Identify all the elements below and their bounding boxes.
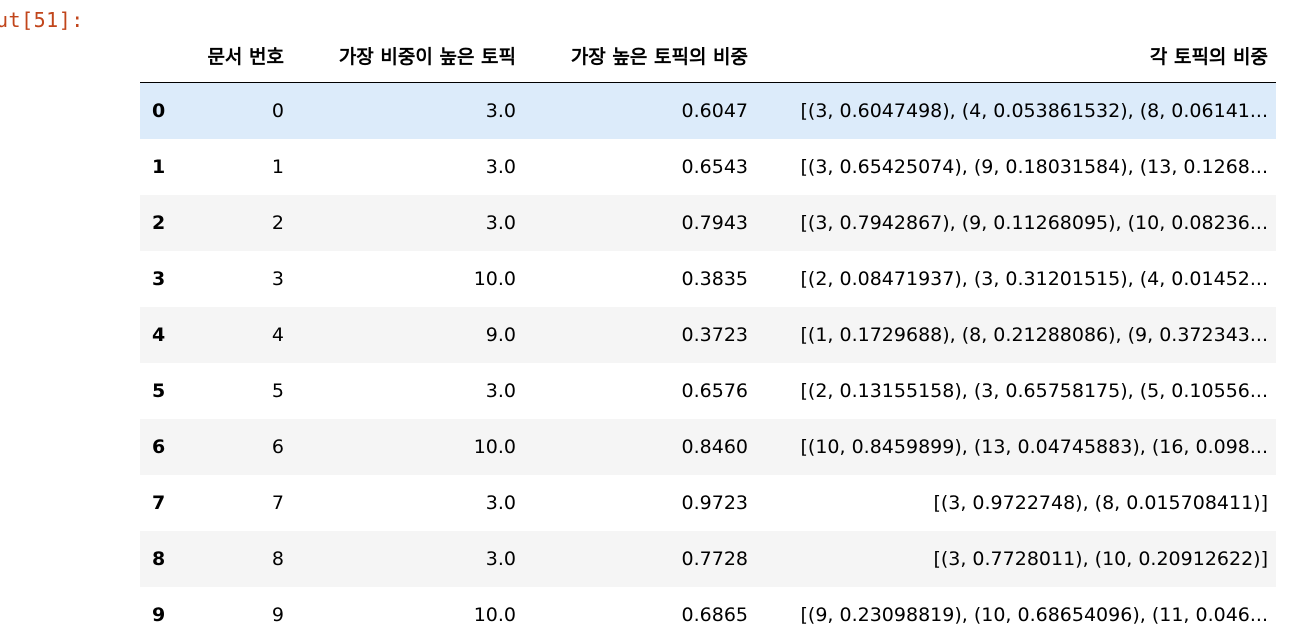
header-row: 문서 번호 가장 비중이 높은 토픽 가장 높은 토픽의 비중 각 토픽의 비중 bbox=[140, 28, 1276, 83]
cell-topic-distribution: [(3, 0.65425074), (9, 0.18031584), (13, … bbox=[756, 139, 1276, 195]
table-row: 223.00.7943[(3, 0.7942867), (9, 0.112680… bbox=[140, 195, 1276, 251]
cell-doc-number: 4 bbox=[176, 307, 292, 363]
table-row: 003.00.6047[(3, 0.6047498), (4, 0.053861… bbox=[140, 83, 1276, 140]
column-header-top-topic: 가장 비중이 높은 토픽 bbox=[292, 28, 524, 83]
cell-top-topic: 10.0 bbox=[292, 587, 524, 643]
cell-top-topic: 3.0 bbox=[292, 363, 524, 419]
cell-doc-number: 7 bbox=[176, 475, 292, 531]
row-index: 6 bbox=[140, 419, 176, 475]
table-row: 9910.00.6865[(9, 0.23098819), (10, 0.686… bbox=[140, 587, 1276, 643]
cell-topic-distribution: [(3, 0.9722748), (8, 0.015708411)] bbox=[756, 475, 1276, 531]
output-prompt: ut[51]: bbox=[0, 8, 84, 32]
column-header-top-topic-weight: 가장 높은 토픽의 비중 bbox=[524, 28, 756, 83]
table-row: 883.00.7728[(3, 0.7728011), (10, 0.20912… bbox=[140, 531, 1276, 587]
table-row: 3310.00.3835[(2, 0.08471937), (3, 0.3120… bbox=[140, 251, 1276, 307]
cell-top-topic: 3.0 bbox=[292, 531, 524, 587]
row-index: 2 bbox=[140, 195, 176, 251]
cell-topic-distribution: [(10, 0.8459899), (13, 0.04745883), (16,… bbox=[756, 419, 1276, 475]
cell-topic-distribution: [(2, 0.08471937), (3, 0.31201515), (4, 0… bbox=[756, 251, 1276, 307]
cell-topic-distribution: [(2, 0.13155158), (3, 0.65758175), (5, 0… bbox=[756, 363, 1276, 419]
cell-top-topic-weight: 0.7728 bbox=[524, 531, 756, 587]
cell-top-topic: 3.0 bbox=[292, 195, 524, 251]
cell-top-topic-weight: 0.6047 bbox=[524, 83, 756, 140]
row-index: 3 bbox=[140, 251, 176, 307]
row-index: 9 bbox=[140, 587, 176, 643]
dataframe-table: 문서 번호 가장 비중이 높은 토픽 가장 높은 토픽의 비중 각 토픽의 비중… bbox=[140, 28, 1276, 643]
cell-doc-number: 9 bbox=[176, 587, 292, 643]
table-body: 003.00.6047[(3, 0.6047498), (4, 0.053861… bbox=[140, 83, 1276, 643]
cell-top-topic-weight: 0.9723 bbox=[524, 475, 756, 531]
cell-top-topic-weight: 0.6865 bbox=[524, 587, 756, 643]
cell-topic-distribution: [(1, 0.1729688), (8, 0.21288086), (9, 0.… bbox=[756, 307, 1276, 363]
cell-doc-number: 8 bbox=[176, 531, 292, 587]
row-index: 7 bbox=[140, 475, 176, 531]
cell-top-topic-weight: 0.7943 bbox=[524, 195, 756, 251]
cell-topic-distribution: [(3, 0.6047498), (4, 0.053861532), (8, 0… bbox=[756, 83, 1276, 140]
cell-doc-number: 1 bbox=[176, 139, 292, 195]
cell-doc-number: 2 bbox=[176, 195, 292, 251]
cell-top-topic-weight: 0.8460 bbox=[524, 419, 756, 475]
cell-doc-number: 3 bbox=[176, 251, 292, 307]
cell-topic-distribution: [(3, 0.7728011), (10, 0.20912622)] bbox=[756, 531, 1276, 587]
dataframe-output: 문서 번호 가장 비중이 높은 토픽 가장 높은 토픽의 비중 각 토픽의 비중… bbox=[140, 28, 1280, 643]
cell-top-topic-weight: 0.3723 bbox=[524, 307, 756, 363]
cell-top-topic: 3.0 bbox=[292, 139, 524, 195]
row-index: 0 bbox=[140, 83, 176, 140]
cell-top-topic: 10.0 bbox=[292, 419, 524, 475]
cell-top-topic-weight: 0.6576 bbox=[524, 363, 756, 419]
table-row: 553.00.6576[(2, 0.13155158), (3, 0.65758… bbox=[140, 363, 1276, 419]
table-row: 113.00.6543[(3, 0.65425074), (9, 0.18031… bbox=[140, 139, 1276, 195]
cell-top-topic: 3.0 bbox=[292, 83, 524, 140]
cell-doc-number: 6 bbox=[176, 419, 292, 475]
index-header bbox=[140, 28, 176, 83]
cell-top-topic-weight: 0.6543 bbox=[524, 139, 756, 195]
cell-topic-distribution: [(9, 0.23098819), (10, 0.68654096), (11,… bbox=[756, 587, 1276, 643]
cell-topic-distribution: [(3, 0.7942867), (9, 0.11268095), (10, 0… bbox=[756, 195, 1276, 251]
cell-doc-number: 5 bbox=[176, 363, 292, 419]
row-index: 1 bbox=[140, 139, 176, 195]
table-header: 문서 번호 가장 비중이 높은 토픽 가장 높은 토픽의 비중 각 토픽의 비중 bbox=[140, 28, 1276, 83]
cell-top-topic: 9.0 bbox=[292, 307, 524, 363]
table-row: 773.00.9723[(3, 0.9722748), (8, 0.015708… bbox=[140, 475, 1276, 531]
cell-doc-number: 0 bbox=[176, 83, 292, 140]
cell-top-topic-weight: 0.3835 bbox=[524, 251, 756, 307]
cell-top-topic: 3.0 bbox=[292, 475, 524, 531]
cell-top-topic: 10.0 bbox=[292, 251, 524, 307]
row-index: 5 bbox=[140, 363, 176, 419]
table-row: 6610.00.8460[(10, 0.8459899), (13, 0.047… bbox=[140, 419, 1276, 475]
row-index: 4 bbox=[140, 307, 176, 363]
column-header-topic-distribution: 각 토픽의 비중 bbox=[756, 28, 1276, 83]
row-index: 8 bbox=[140, 531, 176, 587]
column-header-doc-number: 문서 번호 bbox=[176, 28, 292, 83]
table-row: 449.00.3723[(1, 0.1729688), (8, 0.212880… bbox=[140, 307, 1276, 363]
